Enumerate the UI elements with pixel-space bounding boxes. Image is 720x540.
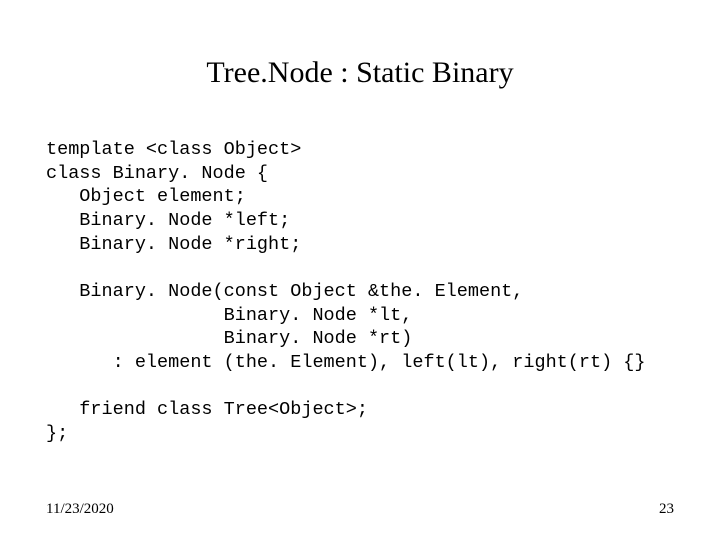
slide: Tree.Node : Static Binary template <clas… <box>0 0 720 540</box>
slide-title: Tree.Node : Static Binary <box>0 56 720 90</box>
footer-date: 11/23/2020 <box>46 501 114 518</box>
footer-page-number: 23 <box>659 501 674 518</box>
code-block: template <class Object> class Binary. No… <box>46 138 674 446</box>
